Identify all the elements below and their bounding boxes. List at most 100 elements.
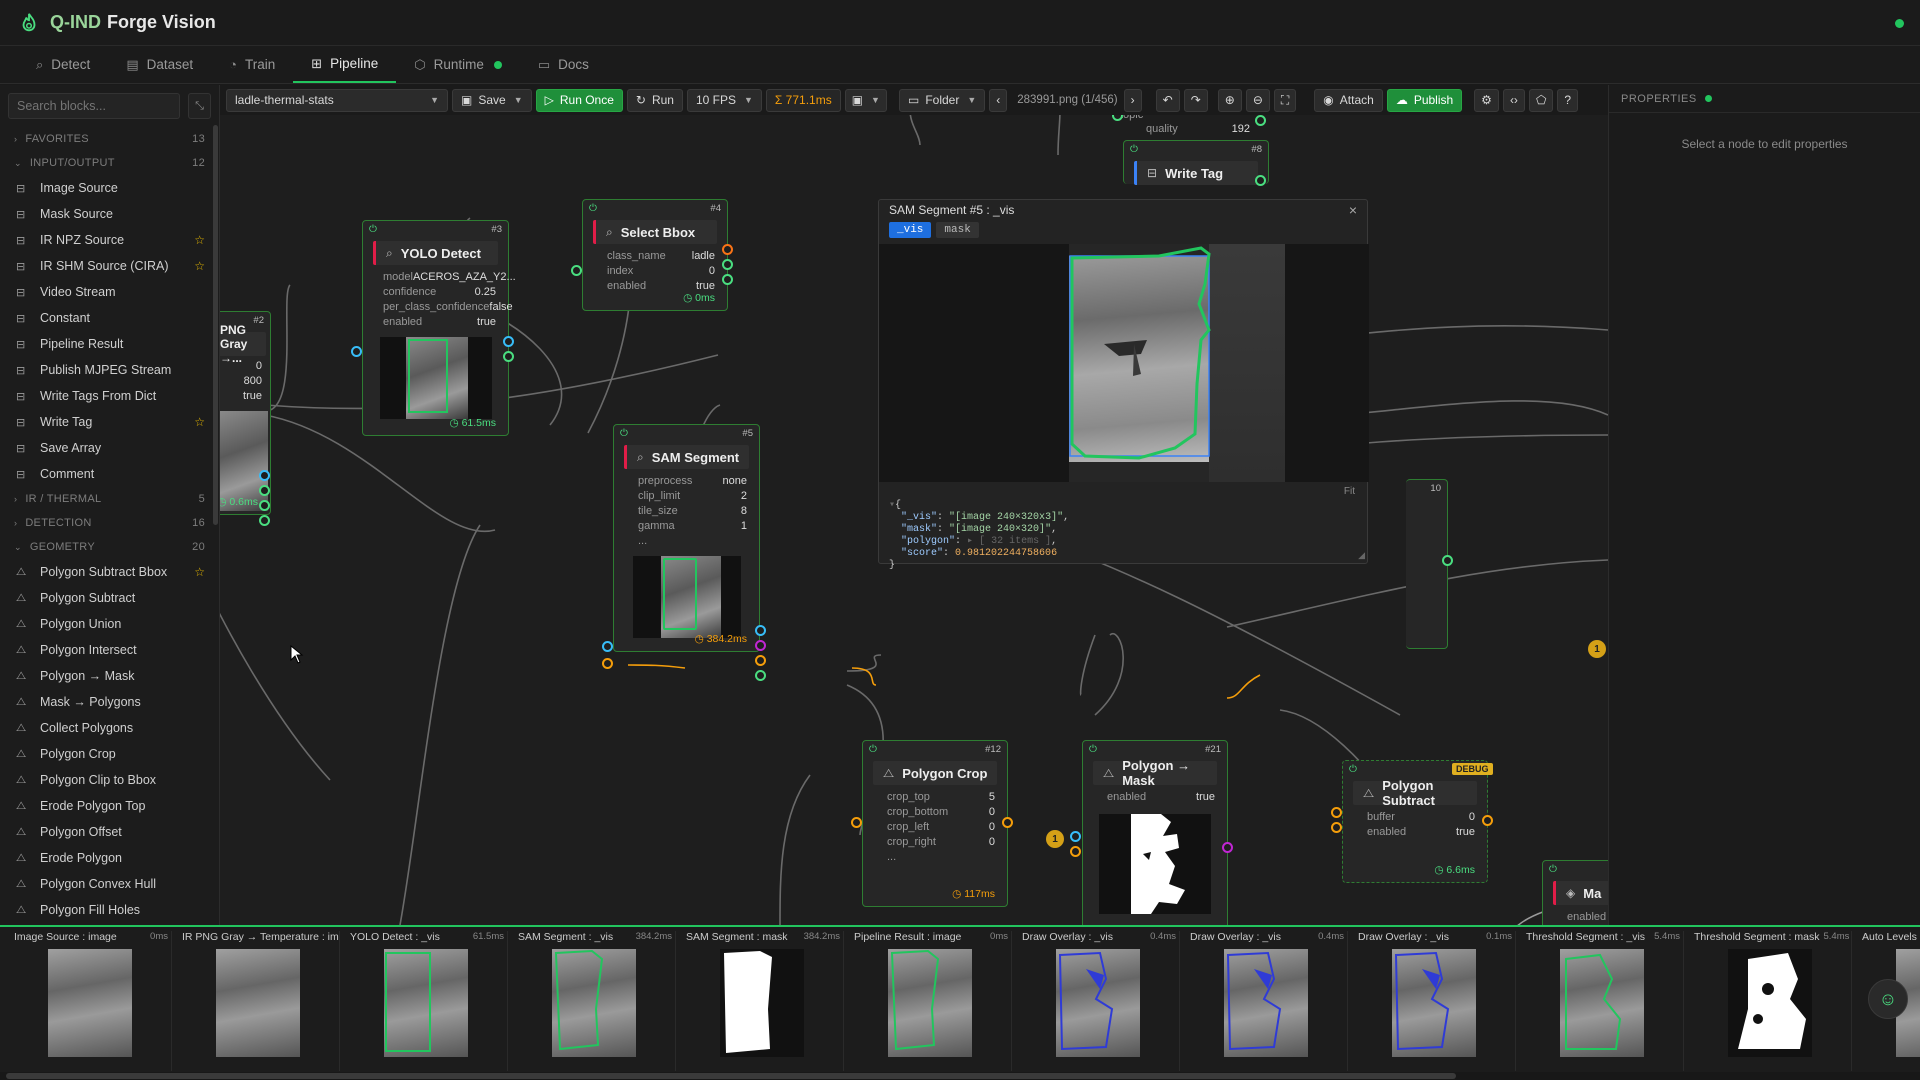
block-item[interactable]: ⧍ Polygon Intersect [0, 637, 219, 663]
power-icon[interactable]: ⏻ [869, 744, 877, 755]
strip-preview-cell[interactable]: Threshold Segment : mask 5.4ms [1688, 931, 1852, 1071]
node-write-tag[interactable]: ⏻ #8 ⊟ Write Tag [1123, 140, 1269, 185]
node-polygon-to-mask[interactable]: ⏻ #21 ⧍ Polygon → Mask enabled true [1082, 740, 1228, 925]
strip-preview-cell[interactable]: YOLO Detect : _vis 61.5ms [344, 931, 508, 1071]
port[interactable] [259, 515, 270, 526]
close-icon[interactable]: × [1349, 202, 1357, 218]
block-item[interactable]: ⊟ Publish MJPEG Stream [0, 357, 219, 383]
folder-button[interactable]: ▭ Folder ▼ [898, 88, 986, 112]
block-item[interactable]: ⊟ Constant [0, 305, 219, 331]
block-item[interactable]: ⧍ Polygon → Mask [0, 663, 219, 689]
power-icon[interactable]: ⏻ [1349, 764, 1357, 775]
code-button[interactable]: ‹› [1502, 88, 1525, 112]
block-item[interactable]: ⧍ Erode Polygon Top [0, 793, 219, 819]
power-icon[interactable]: ⏻ [1130, 144, 1138, 155]
port[interactable] [722, 259, 733, 270]
port[interactable] [1070, 846, 1081, 857]
warning-count-badge[interactable]: 1 [1588, 640, 1606, 658]
next-file-button[interactable]: › [1123, 88, 1142, 112]
sidebar-scrollbar[interactable] [213, 125, 218, 525]
strip-preview-cell[interactable]: Image Source : image 0ms [8, 931, 172, 1071]
port[interactable] [755, 670, 766, 681]
settings-button[interactable]: ⚙ [1474, 88, 1499, 112]
category-favorites[interactable]: › FAVORITES 13 [0, 127, 219, 151]
block-item[interactable]: ⧍ Polygon Clip to Bbox [0, 767, 219, 793]
port[interactable] [1255, 175, 1266, 186]
save-menu-caret[interactable]: ▼ [514, 95, 523, 105]
port[interactable] [1331, 822, 1342, 833]
port[interactable] [755, 655, 766, 666]
strip-preview-cell[interactable]: Draw Overlay : _vis 0.4ms [1184, 931, 1348, 1071]
tab-train[interactable]: ◔ Train [211, 46, 293, 83]
block-item[interactable]: ⊟ Write Tags From Dict [0, 383, 219, 409]
block-item[interactable]: ⧍ Polygon Offset [0, 819, 219, 845]
port[interactable] [571, 265, 582, 276]
warning-count-badge[interactable]: 1 [1046, 830, 1064, 848]
node-sam-segment[interactable]: ⏻ #5 ⌕ SAM Segment preprocess none clip_lim… [613, 424, 760, 652]
layout-button[interactable]: ▣ ▼ [844, 88, 887, 112]
pipeline-canvas[interactable]: #2 PNG Gray →... 0 800 true ◷ 0.6ms ⏻ #3 … [220, 115, 1608, 925]
block-item[interactable]: ⧍ Polygon Subtract Bbox ☆ [0, 559, 219, 585]
fps-select[interactable]: 10 FPS ▼ [686, 88, 762, 112]
star-icon[interactable]: ☆ [194, 415, 205, 429]
category-input-output[interactable]: ⌄ INPUT/OUTPUT 12 [0, 151, 219, 175]
fit-button[interactable]: Fit [1344, 486, 1355, 497]
port[interactable] [755, 640, 766, 651]
port[interactable] [602, 658, 613, 669]
help-button[interactable]: ? [1557, 88, 1579, 112]
save-button[interactable]: ▣ Save ▼ [452, 88, 532, 112]
output-preview-popup[interactable]: SAM Segment #5 : _vis × _vis mask Fit ▾{ … [878, 199, 1369, 571]
port[interactable] [1255, 115, 1266, 126]
block-item[interactable]: ⧍ Collect Polygons [0, 715, 219, 741]
port[interactable] [602, 641, 613, 652]
category-ir-thermal[interactable]: › IR / THERMAL 5 [0, 487, 219, 511]
tab-docs[interactable]: ▭ Docs [520, 46, 607, 83]
star-icon[interactable]: ☆ [194, 259, 205, 273]
star-icon[interactable]: ☆ [194, 565, 205, 579]
fit-view-button[interactable]: ⛶ [1273, 88, 1297, 112]
port[interactable] [1331, 807, 1342, 818]
block-item[interactable]: ⊟ Image Source [0, 175, 219, 201]
block-item[interactable]: ⧍ Polygon Crop [0, 741, 219, 767]
node-select-bbox[interactable]: ⏻ #4 ⌕ Select Bbox class_name ladle index 0 … [582, 199, 728, 311]
pipeline-select[interactable]: ladle-thermal-stats ▼ [226, 88, 448, 112]
strip-scrollbar[interactable] [0, 1072, 1920, 1080]
port[interactable] [351, 346, 362, 357]
node-polygon-crop[interactable]: ⏻ #12 ⧍ Polygon Crop crop_top 5 crop_bottom… [862, 740, 1008, 907]
block-item[interactable]: ⊟ Write Tag ☆ [0, 409, 219, 435]
block-search-input[interactable] [8, 93, 180, 119]
tab-detect[interactable]: ⌕ Detect [18, 46, 108, 83]
resize-handle[interactable]: ◢ [1358, 550, 1365, 561]
port[interactable] [1070, 831, 1081, 842]
block-item[interactable]: ⊟ IR NPZ Source ☆ [0, 227, 219, 253]
block-item[interactable]: ⧍ Mask → Polygons [0, 689, 219, 715]
port[interactable] [259, 470, 270, 481]
tag-button[interactable]: ⬠ [1528, 88, 1554, 112]
strip-preview-cell[interactable]: SAM Segment : _vis 384.2ms [512, 931, 676, 1071]
node-polygon-subtract[interactable]: ⏻#14 ⧍Polygon Subtract buffer0 enabledtr… [1342, 760, 1488, 883]
undo-button[interactable]: ↶ [1155, 88, 1180, 112]
tab-runtime[interactable]: ⬡ Runtime [396, 46, 520, 83]
prev-file-button[interactable]: ‹ [989, 88, 1008, 112]
port[interactable] [1222, 842, 1233, 853]
port[interactable] [1482, 815, 1493, 826]
tab-dataset[interactable]: ▤ Dataset [108, 46, 211, 83]
collapse-all-button[interactable]: ⤡ [188, 93, 211, 119]
strip-preview-cell[interactable]: Pipeline Result : image 0ms [848, 931, 1012, 1071]
power-icon[interactable]: ⏻ [620, 428, 628, 439]
category-detection[interactable]: › DETECTION 16 [0, 511, 219, 535]
power-icon[interactable]: ⏻ [369, 224, 377, 235]
block-item[interactable]: ⊟ Pipeline Result [0, 331, 219, 357]
node-yolo-detect[interactable]: ⏻ #3 ⌕ YOLO Detect model ACEROS_AZA_Y2... c… [362, 220, 516, 436]
port[interactable] [1442, 555, 1453, 566]
publish-button[interactable]: ☁ Publish [1386, 88, 1463, 112]
star-icon[interactable]: ☆ [194, 233, 205, 247]
port[interactable] [1002, 817, 1013, 828]
power-icon[interactable]: ⏻ [1549, 864, 1557, 875]
port[interactable] [851, 817, 862, 828]
power-icon[interactable]: ⏻ [589, 203, 597, 214]
tab-pipeline[interactable]: ⊞ Pipeline [293, 46, 397, 83]
preview-tab-vis[interactable]: _vis [889, 222, 932, 238]
block-item[interactable]: ⊟ IR SHM Source (CIRA) ☆ [0, 253, 219, 279]
port[interactable] [503, 336, 514, 347]
